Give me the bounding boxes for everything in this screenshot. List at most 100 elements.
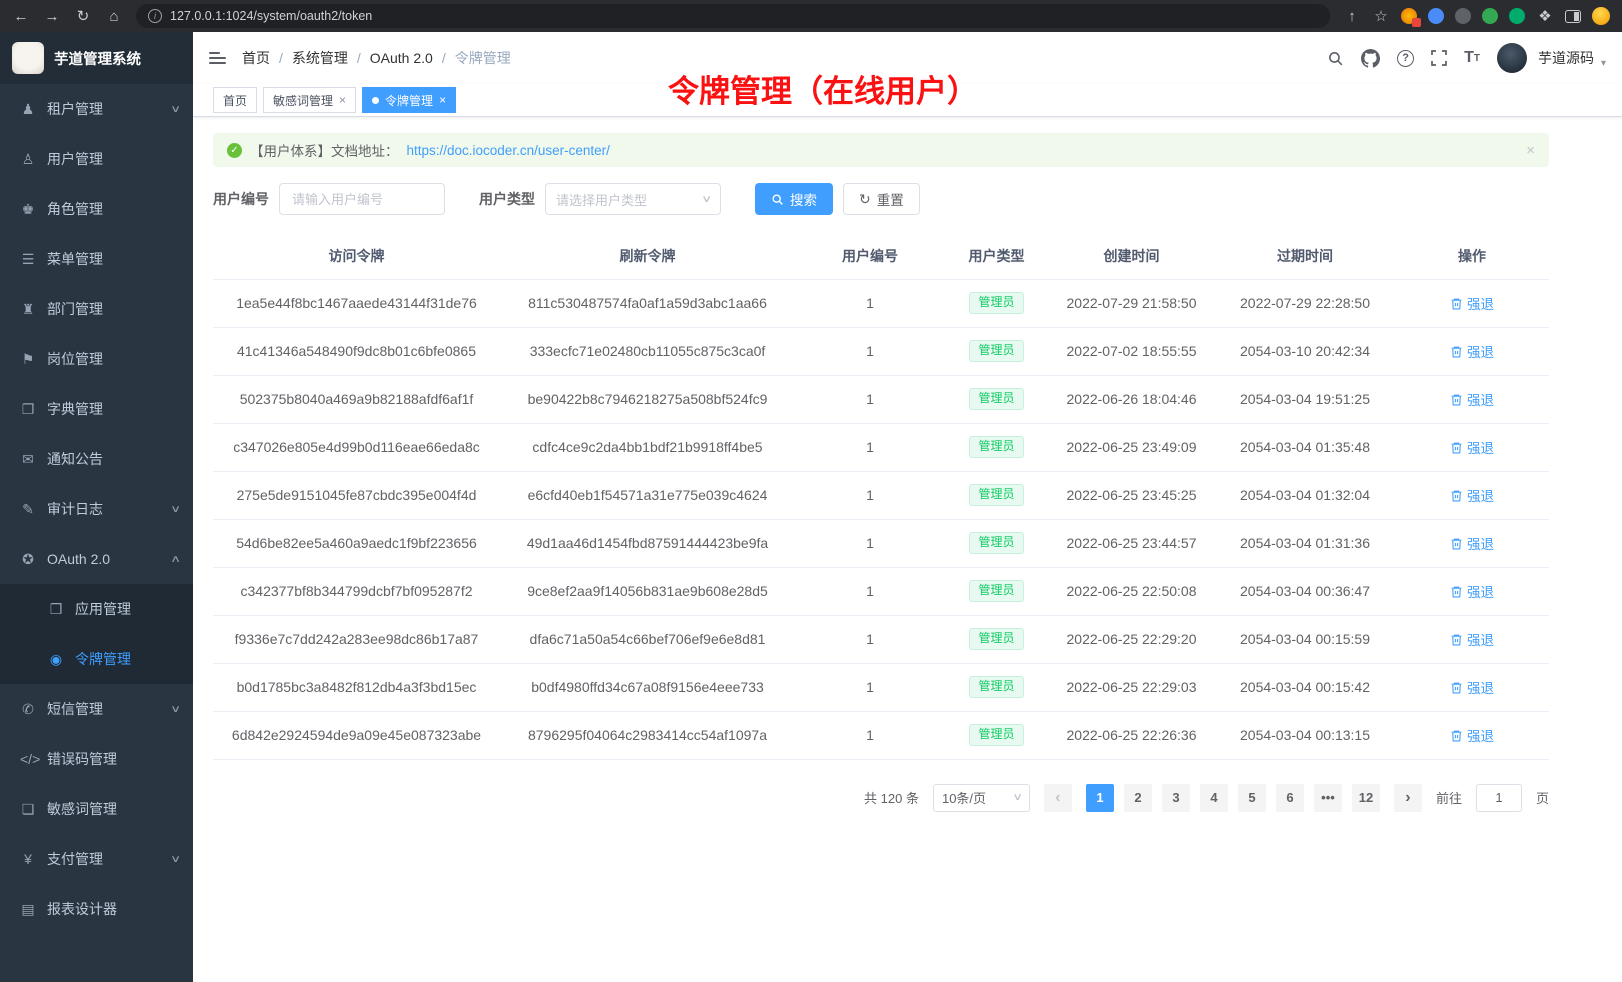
sidebar-item-audit-log[interactable]: ✎审计日志∨ [0,484,193,534]
chevron-down-icon[interactable]: ▾ [1601,58,1606,73]
extension-icon[interactable] [1509,8,1525,24]
sidebar-item-sms-management[interactable]: ✆短信管理∨ [0,684,193,734]
user-id-cell: 1 [795,327,945,375]
username[interactable]: 芋道源码 [1538,48,1594,68]
page-button-3[interactable]: 3 [1162,784,1190,812]
menu-management-icon: ☰ [20,251,36,268]
page-button-2[interactable]: 2 [1124,784,1152,812]
force-logout-button[interactable]: 强退 [1450,485,1494,505]
reload-icon[interactable]: ↻ [74,7,92,25]
force-logout-button[interactable]: 强退 [1450,581,1494,601]
sidebar-item-post-management[interactable]: ⚑岗位管理 [0,334,193,384]
table-header-row: 访问令牌刷新令牌用户编号用户类型创建时间过期时间操作 [213,233,1549,279]
browser-profile-avatar[interactable] [1592,7,1610,25]
force-logout-button[interactable]: 强退 [1450,629,1494,649]
prev-page-button[interactable]: ‹ [1044,784,1072,812]
sidebar-item-label: 敏感词管理 [47,799,117,819]
dict-management-icon: ❐ [20,401,36,418]
extension-icon[interactable] [1401,8,1417,24]
tab-token[interactable]: 令牌管理× [362,87,456,113]
search-icon[interactable] [1327,50,1344,67]
page-button-5[interactable]: 5 [1238,784,1266,812]
force-logout-label: 强退 [1467,677,1494,697]
sidebar-item-oauth2-application[interactable]: ❒应用管理 [0,584,193,634]
next-page-button[interactable]: › [1394,784,1422,812]
force-logout-button[interactable]: 强退 [1450,341,1494,361]
force-logout-icon [1450,537,1463,550]
force-logout-button[interactable]: 强退 [1450,389,1494,409]
extension-icon[interactable] [1455,8,1471,24]
expire-time-cell: 2054-03-04 19:51:25 [1215,375,1395,423]
goto-page-input[interactable] [1476,784,1522,812]
force-logout-button[interactable]: 强退 [1450,533,1494,553]
payment-management-icon: ¥ [20,851,36,867]
refresh-token-cell: be90422b8c7946218275a508bf524fc9 [500,375,795,423]
sidebar-item-dict-management[interactable]: ❐字典管理 [0,384,193,434]
force-logout-label: 强退 [1467,581,1494,601]
page-size-select[interactable]: 10条/页 ∨ [933,784,1030,812]
sidebar-item-payment-management[interactable]: ¥支付管理∨ [0,834,193,884]
bookmark-star-icon[interactable]: ☆ [1372,7,1390,25]
user-id-cell: 1 [795,279,945,327]
help-icon[interactable]: ? [1397,50,1414,67]
sidebar-item-menu-management[interactable]: ☰菜单管理 [0,234,193,284]
sidebar-item-error-code-management[interactable]: </>错误码管理 [0,734,193,784]
tab-close-icon[interactable]: × [339,94,346,106]
sidebar-item-notice-management[interactable]: ✉通知公告 [0,434,193,484]
page-button-1[interactable]: 1 [1086,784,1114,812]
sidebar-item-oauth2[interactable]: ✪OAuth 2.0∧ [0,534,193,584]
dept-management-icon: ♜ [20,301,36,318]
tab-close-icon[interactable]: × [439,94,446,106]
breadcrumb-item: 令牌管理 [455,48,511,68]
url-text: 127.0.0.1:1024/system/oauth2/token [170,9,372,23]
user-type-cell: 管理员 [945,519,1048,567]
extension-icon[interactable] [1428,8,1444,24]
github-icon[interactable] [1361,49,1380,68]
site-info-icon[interactable]: i [148,9,162,23]
alert-close-icon[interactable]: × [1526,142,1535,159]
breadcrumb-item[interactable]: 首页 [242,48,270,68]
page-button-4[interactable]: 4 [1200,784,1228,812]
alert-doc-link[interactable]: https://doc.iocoder.cn/user-center/ [407,143,610,158]
page-button-12[interactable]: 12 [1352,784,1380,812]
font-size-icon[interactable]: TT [1464,49,1480,67]
user-type-select[interactable]: 请选择用户类型 ∨ [545,183,721,215]
extension-icon[interactable] [1482,8,1498,24]
address-bar[interactable]: i 127.0.0.1:1024/system/oauth2/token [136,4,1330,28]
sidebar-item-oauth2-token[interactable]: ◉令牌管理 [0,634,193,684]
back-icon[interactable]: ← [12,8,30,25]
force-logout-button[interactable]: 强退 [1450,437,1494,457]
sidebar-item-tenant-management[interactable]: ♟租户管理∨ [0,84,193,134]
sidebar-item-dept-management[interactable]: ♜部门管理 [0,284,193,334]
user-id-input[interactable] [279,183,445,215]
breadcrumb-item[interactable]: 系统管理 [292,48,348,68]
force-logout-button[interactable]: 强退 [1450,677,1494,697]
app-logo[interactable]: 芋道管理系统 [0,32,193,84]
search-button[interactable]: 搜索 [755,183,833,215]
tab-home[interactable]: 首页 [213,87,257,113]
forward-icon[interactable]: → [43,8,61,25]
force-logout-button[interactable]: 强退 [1450,293,1494,313]
user-management-icon: ♙ [20,151,36,168]
sidebar-collapse-icon[interactable] [209,52,226,64]
sidebar-item-sensitive-word-management[interactable]: ❏敏感词管理 [0,784,193,834]
share-icon[interactable]: ↑ [1343,8,1361,25]
breadcrumb-separator: / [357,50,361,66]
fullscreen-icon[interactable] [1431,50,1447,66]
sidebar-item-role-management[interactable]: ♚角色管理 [0,184,193,234]
breadcrumb-item[interactable]: OAuth 2.0 [370,50,433,66]
user-avatar[interactable] [1497,43,1527,73]
user-type-cell: 管理员 [945,471,1048,519]
sidebar-item-report-designer[interactable]: ▤报表设计器 [0,884,193,934]
page-button-6[interactable]: 6 [1276,784,1304,812]
extensions-puzzle-icon[interactable]: ❖ [1536,7,1554,25]
side-panel-icon[interactable] [1565,10,1581,23]
main-column: 首页/系统管理/OAuth 2.0/令牌管理 ? TT 芋道源码 ▾ 首页敏感词… [193,32,1622,982]
reset-button[interactable]: ↻ 重置 [843,183,920,215]
sidebar-item-label: 报表设计器 [47,899,117,919]
tab-sensitive-word[interactable]: 敏感词管理× [263,87,356,113]
home-icon[interactable]: ⌂ [105,8,123,25]
sidebar-item-user-management[interactable]: ♙用户管理 [0,134,193,184]
force-logout-button[interactable]: 强退 [1450,725,1494,745]
table-row: 502375b8040a469a9b82188afdf6af1fbe90422b… [213,375,1549,423]
